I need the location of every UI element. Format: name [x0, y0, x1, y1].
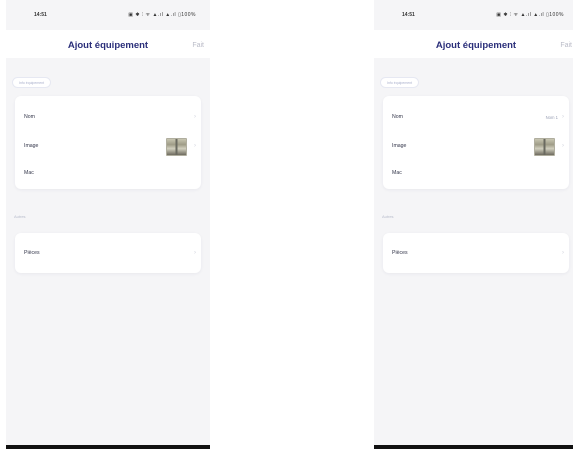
section-label-others: Autres [14, 214, 26, 219]
status-time: 14:51 [402, 12, 415, 18]
row-mac-label: Mac [392, 170, 402, 176]
phone-screen-left: 14:51 ▣ ✱ ⫶ ᯤ ▲.ıl ▲.ıl ▯100% Ajout équi… [6, 0, 210, 449]
row-image-label: Image [24, 143, 39, 149]
status-time: 14:51 [34, 12, 47, 18]
nav-bar: Ajout équipement Fait [374, 30, 573, 58]
status-bar: 14:51 ▣ ✱ ⫶ ᯤ ▲.ıl ▲.ıl ▯100% [6, 0, 210, 30]
others-card: Pièces › [383, 233, 569, 273]
row-mac-label: Mac [24, 170, 34, 176]
row-mac[interactable]: Mac [383, 166, 569, 182]
section-chip-equipment-info: Info équipement [380, 77, 420, 88]
status-icons: ▣ ✱ ⫶ ᯤ ▲.ıl ▲.ıl ▯100% [128, 12, 196, 18]
others-card: Pièces › [15, 233, 201, 273]
chevron-right-icon: › [562, 143, 564, 149]
chevron-right-icon: › [562, 250, 564, 256]
row-rooms-label: Pièces [392, 250, 408, 256]
status-icons: ▣ ✱ ⫶ ᯤ ▲.ıl ▲.ıl ▯100% [496, 12, 564, 18]
phone-screen-right: 14:51 ▣ ✱ ⫶ ᯤ ▲.ıl ▲.ıl ▯100% Ajout équi… [374, 0, 573, 449]
equipment-image-thumbnail[interactable] [166, 138, 187, 156]
row-rooms[interactable]: Pièces › [383, 246, 569, 262]
home-indicator [374, 445, 573, 449]
equipment-info-card: Nom › Image › Mac [15, 96, 201, 189]
row-rooms[interactable]: Pièces › [15, 246, 201, 262]
chevron-right-icon: › [194, 143, 196, 149]
row-image[interactable]: Image › [15, 138, 201, 156]
row-name-value: Nom 1 [545, 114, 558, 120]
chevron-right-icon: › [194, 114, 196, 120]
equipment-info-card: Nom Nom 1 › Image › Mac [383, 96, 569, 189]
row-name-label: Nom [392, 114, 403, 120]
done-button[interactable]: Fait [192, 42, 204, 49]
home-indicator [6, 445, 210, 449]
page-title: Ajout équipement [67, 40, 149, 51]
status-bar: 14:51 ▣ ✱ ⫶ ᯤ ▲.ıl ▲.ıl ▯100% [374, 0, 573, 30]
row-image[interactable]: Image › [383, 138, 569, 156]
chevron-right-icon: › [562, 114, 564, 120]
row-name[interactable]: Nom Nom 1 › [383, 110, 569, 126]
row-mac[interactable]: Mac [15, 166, 201, 182]
chevron-right-icon: › [194, 250, 196, 256]
row-name-label: Nom [24, 114, 35, 120]
row-name[interactable]: Nom › [15, 110, 201, 126]
page-title: Ajout équipement [435, 40, 517, 51]
nav-bar: Ajout équipement Fait [6, 30, 210, 58]
section-chip-equipment-info: Info équipement [12, 77, 52, 88]
row-image-label: Image [392, 143, 407, 149]
row-rooms-label: Pièces [24, 250, 40, 256]
section-label-others: Autres [382, 214, 394, 219]
equipment-image-thumbnail[interactable] [534, 138, 555, 156]
done-button[interactable]: Fait [560, 42, 572, 49]
